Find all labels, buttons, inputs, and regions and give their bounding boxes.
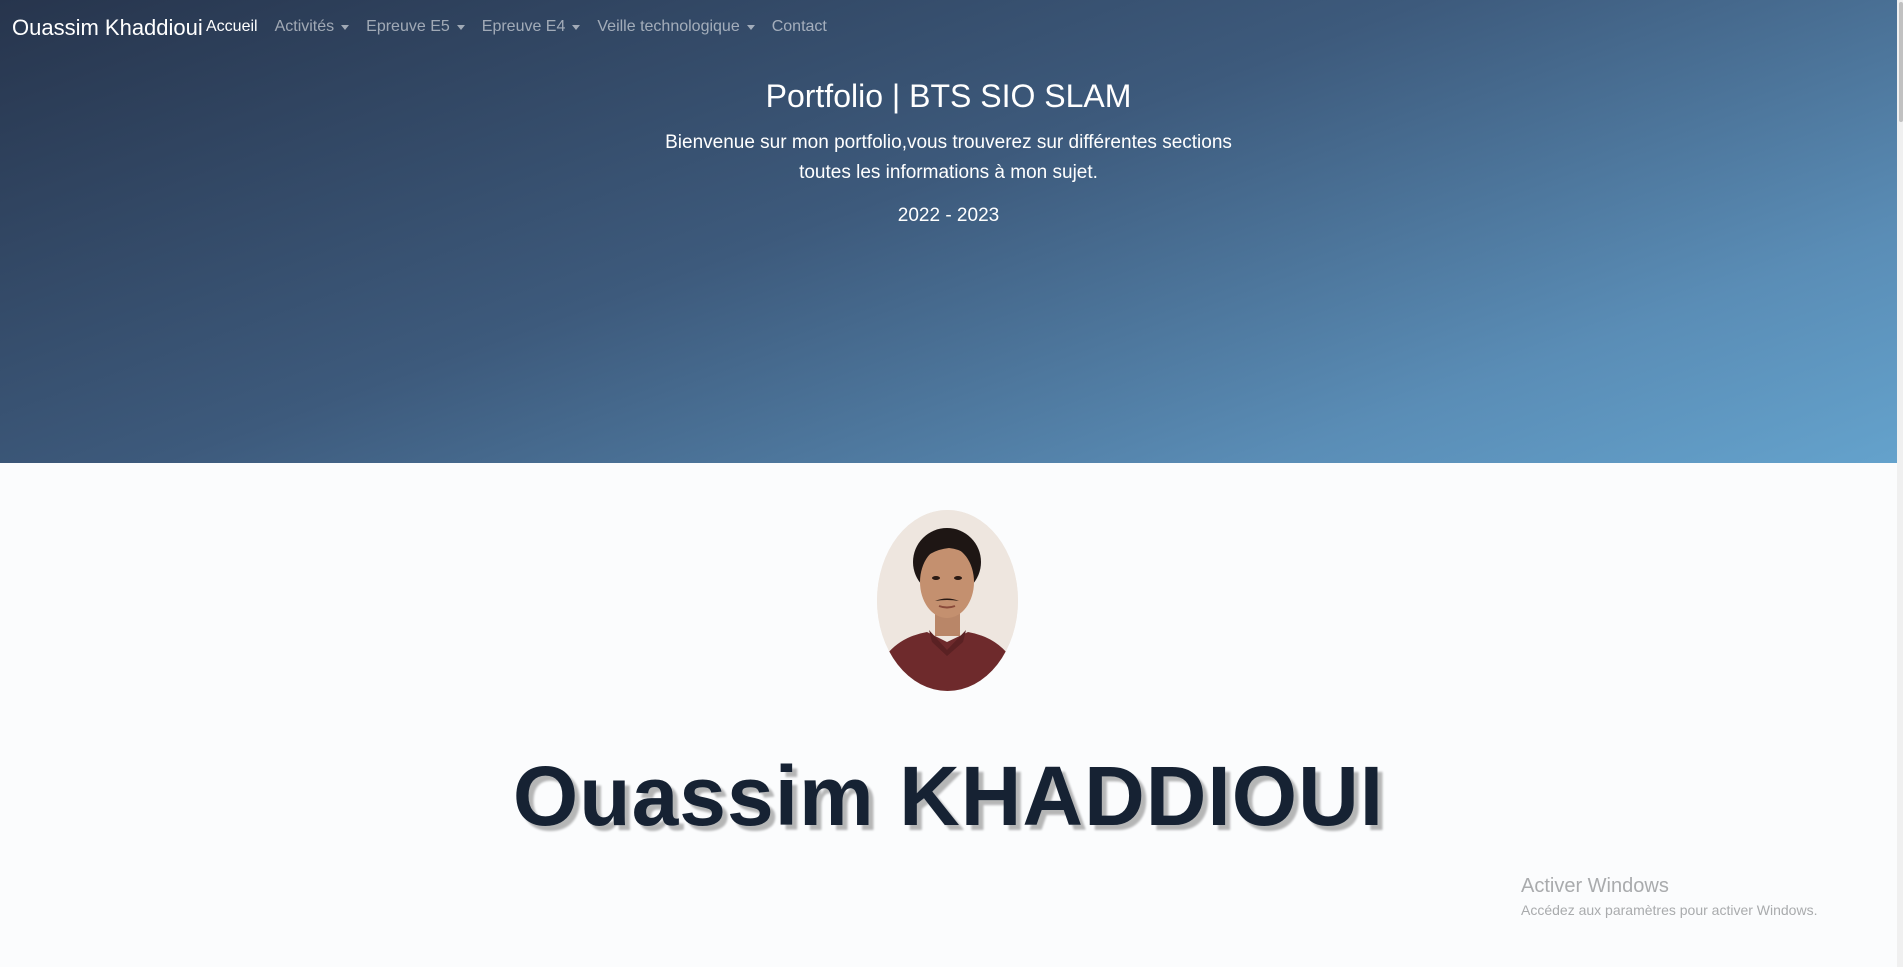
hero-banner: Ouassim Khaddioui Accueil Activités Epre… [0, 0, 1897, 463]
hero-years: 2022 - 2023 [897, 205, 1000, 226]
hero-subtitle-line: Bienvenue sur mon portfolio,vous trouver… [665, 132, 1232, 153]
nav-item-epreuve-e5[interactable]: Epreuve E5 [366, 18, 465, 36]
nav-item-label: Veille technologique [597, 18, 740, 35]
nav-item-label: Activités [274, 18, 335, 35]
scrollbar-thumb[interactable] [1899, 2, 1903, 122]
watermark-title: Activer Windows [1521, 875, 1669, 897]
navbar: Ouassim Khaddioui Accueil Activités Epre… [0, 0, 1897, 55]
nav-item-activites[interactable]: Activités [275, 18, 350, 36]
profile-photo [877, 510, 1018, 691]
caret-down-icon [456, 24, 465, 30]
nav-item-epreuve-e4[interactable]: Epreuve E4 [482, 18, 581, 36]
navbar-brand[interactable]: Ouassim Khaddioui [12, 15, 203, 41]
hero-subtitle: Bienvenue sur mon portfolio,vous trouver… [0, 128, 1897, 188]
caret-down-icon [341, 24, 350, 30]
nav-item-label: Epreuve E5 [366, 18, 450, 35]
nav-item-accueil[interactable]: Accueil [206, 18, 258, 36]
hero-title: Portfolio | BTS SIO SLAM [765, 78, 1132, 114]
caret-down-icon [746, 24, 755, 30]
nav-item-label: Epreuve E4 [481, 18, 566, 35]
windows-activation-watermark: Activer Windows Accédez aux paramètres p… [1521, 875, 1817, 918]
nav-menu: Accueil Activités Epreuve E5 Epreuve E4 … [206, 18, 844, 36]
nav-item-veille-technologique[interactable]: Veille technologique [597, 18, 755, 36]
profile-name: Ouassim KHADDIOUI [512, 749, 1385, 843]
nav-item-label: Contact [771, 18, 827, 35]
caret-down-icon [572, 24, 581, 30]
hero-subtitle-line: toutes les informations à mon sujet. [799, 162, 1098, 183]
vertical-scrollbar[interactable] [1897, 0, 1903, 967]
nav-item-contact[interactable]: Contact [772, 18, 827, 36]
avatar [877, 510, 1018, 691]
nav-item-label: Accueil [206, 18, 258, 35]
watermark-subtitle: Accédez aux paramètres pour activer Wind… [1521, 902, 1818, 918]
